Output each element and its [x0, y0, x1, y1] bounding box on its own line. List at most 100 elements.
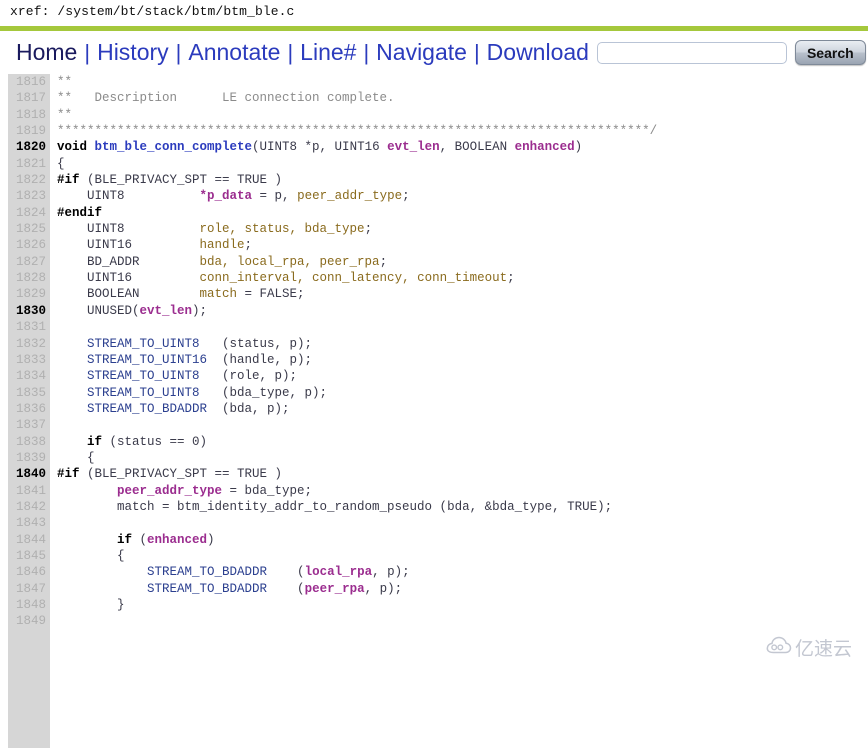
xref-path-label: xref: /system/bt/stack/btm/btm_ble.c [10, 4, 295, 19]
line-number[interactable]: 1817 [8, 90, 50, 106]
line-number[interactable]: 1832 [8, 336, 50, 352]
line-number[interactable]: 1820 [8, 139, 50, 155]
code-line: 1842 match = btm_identity_addr_to_random… [0, 499, 868, 515]
code-line-text: STREAM_TO_BDADDR (local_rpa, p); [50, 564, 868, 580]
code-token: (role, p); [207, 369, 298, 384]
code-token: } [57, 598, 125, 612]
code-token: , p); [372, 565, 410, 580]
line-number[interactable]: 1848 [8, 597, 50, 613]
code-token[interactable]: STREAM_TO_UINT8 [57, 386, 207, 400]
code-token: ** [57, 75, 73, 89]
code-token: bda, local_rpa, peer_rpa [199, 254, 380, 269]
nav-link-linenumber[interactable]: Line# [300, 41, 356, 64]
line-number[interactable]: 1844 [8, 532, 50, 548]
line-number[interactable]: 1846 [8, 564, 50, 580]
line-number[interactable]: 1823 [8, 188, 50, 204]
line-number[interactable]: 1828 [8, 270, 50, 286]
code-line: 1846 STREAM_TO_BDADDR (local_rpa, p); [0, 564, 868, 580]
line-number[interactable]: 1816 [8, 74, 50, 90]
line-number[interactable]: 1837 [8, 417, 50, 433]
code-line: 1825 UINT8 role, status, bda_type; [0, 221, 868, 237]
code-token: ); [192, 303, 208, 318]
line-number[interactable]: 1841 [8, 483, 50, 499]
code-token: (UINT8 *p, UINT16 [252, 140, 388, 155]
code-token: ( [267, 565, 305, 580]
line-number[interactable]: 1836 [8, 401, 50, 417]
line-number[interactable]: 1827 [8, 254, 50, 270]
code-line: 1849 [0, 613, 868, 629]
code-token[interactable]: STREAM_TO_UINT8 [57, 337, 207, 351]
code-line-text: STREAM_TO_UINT8 (status, p); [50, 336, 868, 352]
line-number[interactable]: 1839 [8, 450, 50, 466]
code-line: 1834 STREAM_TO_UINT8 (role, p); [0, 368, 868, 384]
line-number[interactable]: 1818 [8, 107, 50, 123]
code-line-text: BOOLEAN match = FALSE; [50, 286, 868, 302]
nav-link-history[interactable]: History [97, 41, 169, 64]
code-token: match = btm_identity_addr_to_random_pseu… [57, 499, 613, 514]
nav-link-navigate[interactable]: Navigate [376, 41, 467, 64]
code-token: { [57, 548, 125, 563]
line-number[interactable]: 1838 [8, 434, 50, 450]
line-number[interactable]: 1825 [8, 221, 50, 237]
code-line: 1819 ************************************… [0, 123, 868, 139]
code-token[interactable]: STREAM_TO_BDADDR [57, 402, 207, 416]
code-token: role, status, bda_type [199, 222, 365, 237]
code-token[interactable]: STREAM_TO_BDADDR [57, 565, 267, 579]
line-number[interactable]: 1819 [8, 123, 50, 139]
code-line: 1827 BD_ADDR bda, local_rpa, peer_rpa; [0, 254, 868, 270]
line-number[interactable]: 1821 [8, 156, 50, 172]
navigation-bar: Home | History | Annotate | Line# | Navi… [0, 31, 868, 74]
line-number[interactable]: 1826 [8, 237, 50, 253]
code-token: enhanced [514, 140, 575, 155]
code-line: 1839 { [0, 450, 868, 466]
line-number[interactable]: 1835 [8, 385, 50, 401]
search-button[interactable]: Search [794, 40, 866, 65]
line-number[interactable]: 1831 [8, 319, 50, 335]
code-line-text: if (enhanced) [50, 532, 868, 548]
line-number[interactable]: 1847 [8, 581, 50, 597]
line-number[interactable]: 1842 [8, 499, 50, 515]
line-number[interactable]: 1849 [8, 613, 50, 629]
code-token[interactable]: STREAM_TO_UINT8 [57, 369, 207, 383]
code-token: conn_interval, conn_latency, conn_timeou… [199, 271, 508, 286]
nav-separator: | [84, 39, 91, 65]
line-number[interactable]: 1840 [8, 466, 50, 482]
code-line: 1832 STREAM_TO_UINT8 (status, p); [0, 336, 868, 352]
xref-path-bar: xref: /system/bt/stack/btm/btm_ble.c [0, 0, 868, 26]
code-line-text: UINT8 *p_data = p, peer_addr_type; [50, 188, 868, 204]
nav-link-home[interactable]: Home [16, 41, 77, 64]
code-token[interactable]: STREAM_TO_UINT16 [57, 353, 207, 367]
nav-link-annotate[interactable]: Annotate [188, 41, 280, 64]
code-line: 1841 peer_addr_type = bda_type; [0, 483, 868, 499]
code-token: ; [507, 271, 515, 286]
line-number[interactable]: 1829 [8, 286, 50, 302]
code-line-text: UINT16 handle; [50, 237, 868, 253]
line-number[interactable]: 1830 [8, 303, 50, 319]
line-number[interactable]: 1845 [8, 548, 50, 564]
code-token: void [57, 140, 95, 155]
code-line-text: peer_addr_type = bda_type; [50, 483, 868, 499]
search-input[interactable] [596, 41, 787, 64]
code-token[interactable]: STREAM_TO_BDADDR [57, 582, 267, 596]
code-token: peer_rpa [304, 581, 365, 596]
line-number[interactable]: 1833 [8, 352, 50, 368]
line-number[interactable]: 1824 [8, 205, 50, 221]
code-line: 1840 #if (BLE_PRIVACY_SPT == TRUE ) [0, 466, 868, 482]
code-token: if [57, 532, 140, 547]
code-line-text: ** [50, 107, 868, 123]
line-number[interactable]: 1834 [8, 368, 50, 384]
code-token: , p); [364, 581, 403, 596]
code-token: (BLE_PRIVACY_SPT == TRUE ) [87, 173, 283, 188]
code-line: 1818 ** [0, 107, 868, 123]
nav-link-download[interactable]: Download [487, 41, 589, 64]
code-token: = bda_type; [222, 483, 313, 498]
nav-separator: | [175, 39, 182, 65]
line-number[interactable]: 1843 [8, 515, 50, 531]
line-number[interactable]: 1822 [8, 172, 50, 188]
code-token[interactable]: btm_ble_conn_complete [95, 140, 253, 154]
code-line: 1829 BOOLEAN match = FALSE; [0, 286, 868, 302]
code-line: 1835 STREAM_TO_UINT8 (bda_type, p); [0, 385, 868, 401]
code-token: ( [267, 581, 305, 596]
source-code-viewer: 1816 ** 1817 ** Description LE connection c… [0, 74, 868, 748]
code-line-text: #if (BLE_PRIVACY_SPT == TRUE ) [50, 172, 868, 188]
